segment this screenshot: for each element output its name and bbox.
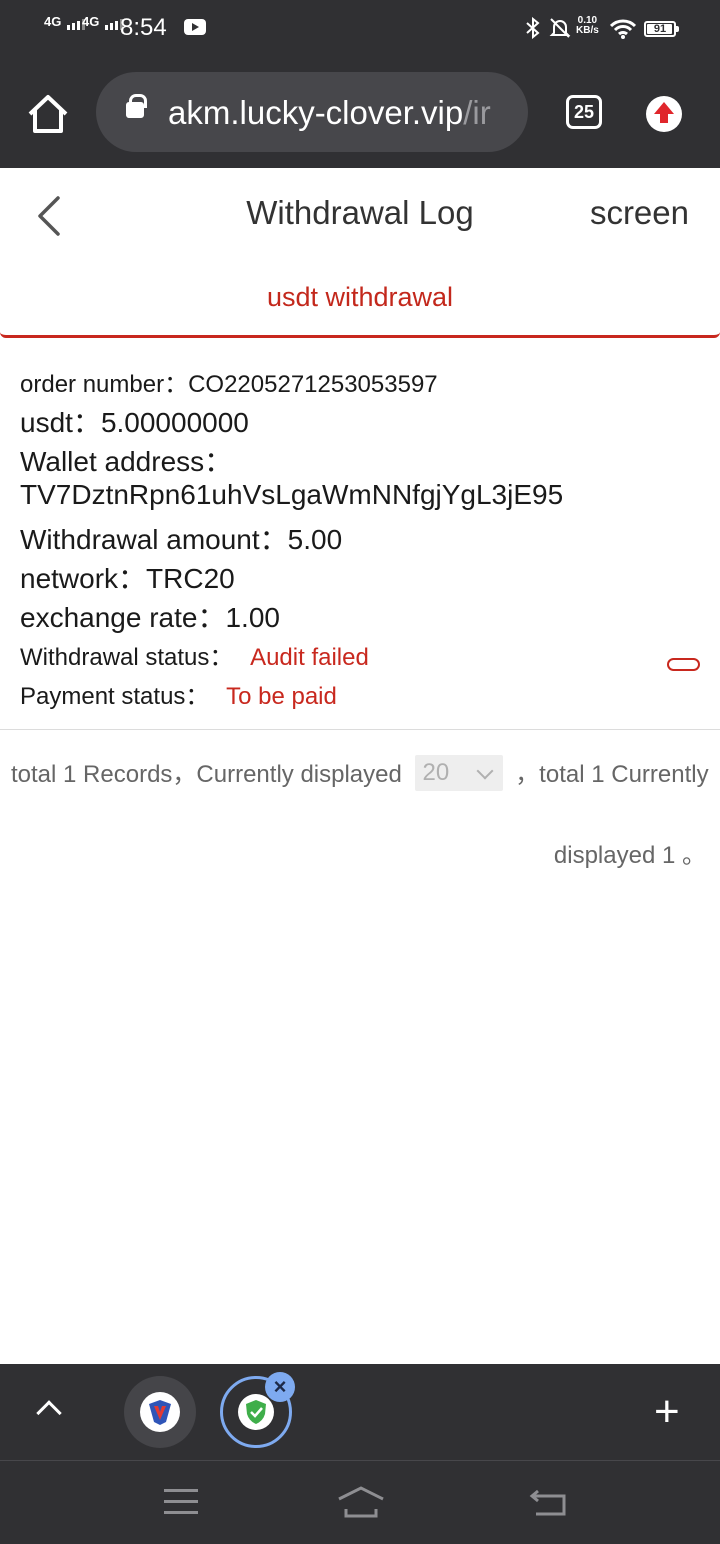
wifi-icon [610, 19, 636, 39]
tab-usdt-withdrawal[interactable]: usdt withdrawal [0, 282, 720, 313]
back-nav-icon[interactable] [528, 1487, 568, 1517]
close-tab-button[interactable]: × [265, 1372, 295, 1402]
system-nav-bar [0, 1460, 720, 1544]
net-speed-unit: KB/s [576, 25, 599, 36]
menu-icon[interactable] [164, 1489, 198, 1515]
withdrawal-status-value: Audit failed [250, 644, 369, 671]
tab-switcher-button[interactable]: 25 [566, 95, 602, 129]
tab-thumbnail[interactable] [124, 1376, 196, 1448]
tab-bar: usdt withdrawal [0, 260, 720, 338]
status-pill-button[interactable] [667, 658, 700, 671]
home-nav-icon[interactable] [336, 1485, 386, 1519]
upload-icon[interactable] [646, 96, 682, 132]
withdrawal-amount-label: Withdrawal amount： [20, 524, 288, 555]
lock-icon [126, 94, 147, 118]
signal-label: 4G [44, 14, 62, 29]
browser-toolbar: akm.lucky-clover.vip/ir 25 [0, 58, 720, 168]
wallet-address-value: TV7DztnRpn61uhVsLgaWmNNfgjYgL3jE95 [20, 479, 564, 510]
shield-icon [246, 1400, 266, 1424]
status-bar: 4G 4G 8:54 0.10 KB/s 91 [0, 0, 720, 58]
page-size-select[interactable]: 20 [414, 754, 503, 791]
chevron-down-icon [476, 762, 494, 780]
withdrawal-amount-row: Withdrawal amount：5.00 [20, 518, 342, 558]
payment-status-label: Payment status： [20, 683, 210, 710]
browser-tab-strip: × + [0, 1364, 720, 1460]
net-speed: 0.10 KB/s [576, 16, 599, 36]
page-header: Withdrawal Log screen [0, 168, 720, 260]
network-row: network：TRC20 [20, 557, 235, 597]
url-host: akm.lucky-clover.vip [168, 94, 464, 131]
url-text[interactable]: akm.lucky-clover.vip/ir [168, 94, 491, 132]
order-number-row: order number：CO2205271253053597 [20, 364, 438, 399]
chevron-up-icon[interactable] [36, 1400, 62, 1426]
withdrawal-amount-value: 5.00 [287, 524, 343, 555]
signal-icon: 4G [82, 14, 123, 30]
clock: 8:54 [120, 14, 167, 41]
screen-filter-button[interactable]: screen [590, 194, 689, 232]
wallet-address-label: Wallet address： [20, 446, 233, 477]
pagination-text-3: displayed 1 。 [553, 842, 706, 869]
pagination-summary: total 1 Records，Currently displayed 20 ，… [11, 754, 709, 794]
order-number-value: CO2205271253053597 [188, 371, 438, 398]
battery-level: 91 [653, 23, 667, 35]
exchange-rate-value: 1.00 [225, 602, 280, 633]
exchange-rate-row: exchange rate：1.00 [20, 596, 280, 636]
usdt-label: usdt： [20, 407, 101, 438]
network-value: TRC20 [146, 563, 235, 594]
mute-icon [549, 18, 571, 38]
page-size-value: 20 [422, 758, 450, 786]
pagination-text-2: ，total 1 Currently [515, 761, 709, 788]
home-icon[interactable] [26, 92, 70, 136]
youtube-icon [184, 19, 206, 35]
withdrawal-record: order number：CO2205271253053597 usdt：5.0… [0, 338, 720, 730]
battery-icon: 91 [644, 21, 679, 37]
site-favicon-icon [149, 1400, 171, 1425]
address-bar[interactable]: akm.lucky-clover.vip/ir [96, 72, 528, 152]
pagination-text-1: total 1 Records，Currently displayed [11, 761, 402, 788]
bluetooth-icon [526, 17, 540, 39]
payment-status-value: To be paid [226, 683, 337, 710]
usdt-row: usdt：5.00000000 [20, 401, 249, 441]
network-label: network： [20, 563, 147, 594]
new-tab-button[interactable]: + [654, 1390, 680, 1434]
signal-label: 4G [82, 14, 100, 29]
signal-icon: 4G [44, 14, 85, 30]
order-number-label: order number： [20, 371, 189, 398]
withdrawal-status-label: Withdrawal status： [20, 644, 234, 671]
withdrawal-status-row: Withdrawal status： Audit failed [20, 637, 369, 672]
exchange-rate-label: exchange rate： [20, 602, 226, 633]
url-path: /ir [463, 94, 491, 131]
payment-status-row: Payment status： To be paid [20, 676, 337, 711]
usdt-value: 5.00000000 [100, 407, 249, 438]
